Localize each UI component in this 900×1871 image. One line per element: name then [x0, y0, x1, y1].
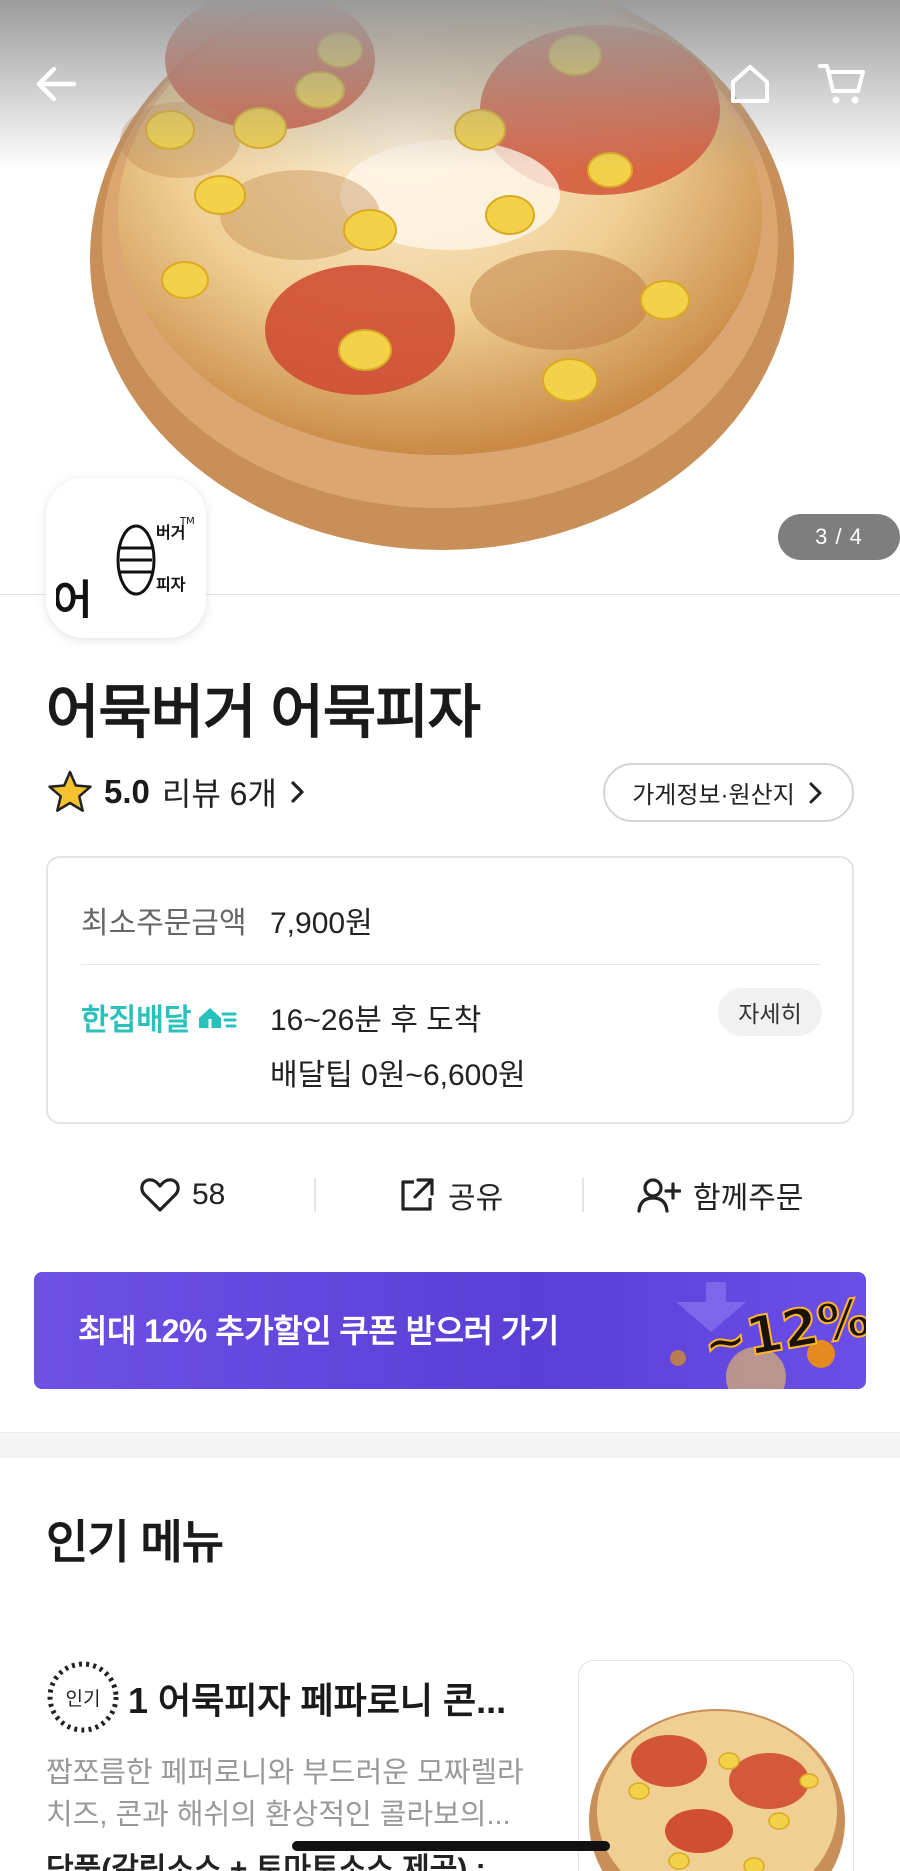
menu-item[interactable]: 인기 1 어묵피자 페파로니 콘... 짭쪼름한 페퍼로니와 부드러운 모짜렐라… [0, 1640, 900, 1871]
delivery-service-text: 한집배달 [81, 1004, 192, 1037]
home-indicator [292, 1841, 610, 1851]
svg-text:TM: TM [179, 516, 195, 527]
store-logo: 어묵 버거 피자 TM [46, 478, 206, 638]
action-separator [314, 1178, 316, 1212]
rating-value: 5.0 [104, 773, 150, 810]
rating-row[interactable]: 5.0 리뷰 6개 [46, 762, 311, 822]
delivery-tip: 배달팁 0원~6,600원 [270, 1059, 526, 1092]
store-info-button[interactable]: 가게정보·원산지 [603, 763, 854, 822]
menu-photo [589, 1709, 845, 1871]
house-arrow-icon [199, 1008, 237, 1028]
group-order-button[interactable]: 함께주문 [637, 1160, 803, 1230]
store-logo-mark: 어묵 버거 피자 TM [56, 516, 195, 618]
like-count: 58 [192, 1178, 226, 1211]
popular-badge: 인기 [46, 1660, 120, 1734]
badge-label: 인기 [65, 1688, 101, 1710]
svg-text:피자: 피자 [156, 575, 186, 594]
arrow-left-icon [36, 66, 77, 102]
coupon-banner[interactable]: 최대 12% 추가할인 쿠폰 받으러 가기 ~12% [34, 1272, 866, 1389]
menu-description-line: 짭쪼름한 페퍼로니와 부드러운 모짜렐라 [46, 1757, 524, 1789]
share-button[interactable]: 공유 [398, 1160, 503, 1230]
coupon-text: 최대 12% 추가할인 쿠폰 받으러 가기 [78, 1313, 559, 1349]
chevron-right-icon [291, 781, 304, 803]
store-name: 어묵버거 어묵피자 [46, 680, 481, 745]
section-divider [0, 1432, 900, 1458]
share-icon [401, 1178, 434, 1211]
like-button[interactable]: 58 [140, 1160, 225, 1230]
popular-menu-title: 인기 메뉴 [46, 1516, 224, 1568]
coupon-graphic: ~12% [670, 1282, 866, 1389]
card-divider [81, 964, 821, 965]
delivery-service-label: 한집배달 [81, 995, 237, 1039]
delivery-time: 16~26분 후 도착 [270, 1004, 482, 1037]
review-count: 리뷰 6개 [161, 776, 277, 812]
review-link[interactable]: 리뷰 6개 [162, 769, 311, 815]
share-label: 공유 [448, 1182, 504, 1215]
star-icon [48, 770, 92, 812]
min-order-value: 7,900원 [270, 907, 373, 940]
image-counter: 3 / 4 [778, 514, 900, 560]
store-actions-bar: 58 공유 함께주문 [46, 1160, 854, 1230]
delivery-detail-button[interactable]: 자세히 [718, 988, 822, 1036]
menu-description-line: 치즈, 콘과 해쉬의 환상적인 콜라보의... [46, 1799, 511, 1831]
delivery-info-card: 최소주문금액 7,900원 한집배달 16~26분 후 도착 배달팁 0원~6,… [46, 856, 854, 1124]
chevron-right-icon [809, 782, 822, 803]
home-button[interactable] [720, 54, 780, 114]
back-button[interactable] [26, 54, 86, 114]
action-separator [582, 1178, 584, 1212]
svg-text:어묵: 어묵 [56, 578, 94, 618]
heart-icon [140, 1178, 180, 1212]
cart-button[interactable] [812, 54, 872, 114]
menu-name: 1 어묵피자 페파로니 콘... [128, 1680, 507, 1721]
menu-description: 짭쪼름한 페퍼로니와 부드러운 모짜렐라 치즈, 콘과 해쉬의 환상적인 콜라보… [46, 1752, 546, 1836]
home-icon [731, 65, 769, 103]
store-info-label: 가게정보·원산지 [632, 782, 795, 809]
group-order-label: 함께주문 [693, 1182, 804, 1215]
menu-thumbnail [578, 1660, 854, 1871]
cart-icon [818, 64, 865, 104]
add-person-icon [637, 1178, 681, 1213]
min-order-label: 최소주문금액 [81, 907, 247, 940]
